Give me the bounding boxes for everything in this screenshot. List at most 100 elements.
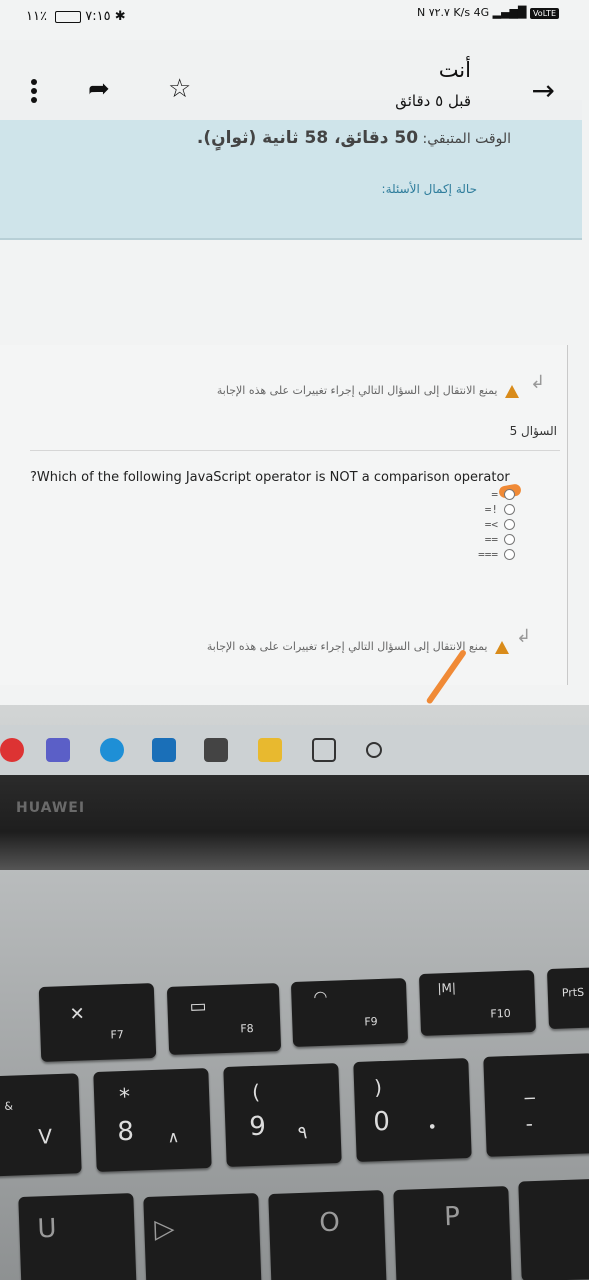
key-0: ) 0 • [353, 1058, 472, 1162]
edge-icon[interactable] [100, 738, 124, 762]
radio-button[interactable] [504, 489, 515, 500]
key-v: & V [0, 1073, 82, 1177]
status-right: N ٧٢.٧ K/s 4G ▂▄▆█ VoLTE [417, 6, 559, 19]
warning-icon [505, 384, 519, 398]
clock: ٧:١٥ [85, 9, 111, 24]
nfc-icon: N [416, 6, 426, 19]
message-time: قبل ٥ دقائق [395, 92, 471, 110]
caret-icon: ∧ [167, 1127, 180, 1147]
warning-text-bottom: يمنع الانتقال إلى السؤال التالي إجراء تغ… [206, 640, 488, 653]
key-f9: ◠ F9 [290, 978, 409, 1047]
timer-value: 50 دقائق، 58 ثانية (ثوانٍ). [196, 128, 419, 148]
phone-status-bar: ٧:١٥ ٪١١ ✱ N ٧٢.٧ K/s 4G ▂▄▆█ VoLTE [0, 0, 589, 40]
option-label: =! [484, 503, 498, 516]
battery-level: ٪١١ [26, 9, 47, 24]
timer-text: الوقت المتبقي: 50 دقائق، 58 ثانية (ثوانٍ… [197, 128, 511, 148]
question-text: ?Which of the following JavaScript opera… [30, 470, 510, 485]
radio-button[interactable] [504, 534, 515, 545]
display-icon: |M| [437, 980, 457, 996]
warning-text-top: يمنع الانتقال إلى السؤال التالي إجراء تغ… [216, 384, 498, 397]
key-label: F7 [110, 1028, 124, 1042]
option-label: =< [484, 518, 498, 531]
arabic-nine-glyph: ٩ [297, 1122, 308, 1144]
return-arrow-icon: ↲ [530, 372, 546, 393]
key-label: F8 [240, 1021, 254, 1036]
return-arrow-icon: ↲ [516, 626, 532, 647]
key-f8: ▭ F8 [166, 983, 282, 1055]
mic-off-icon: ✕ [69, 1003, 86, 1025]
share-icon[interactable]: ➦ [88, 76, 110, 102]
timer-label: الوقت المتبقي: [422, 131, 511, 147]
underscore-glyph: _ [523, 1075, 535, 1100]
mail-icon[interactable] [152, 738, 176, 762]
key-label: & [4, 1099, 14, 1113]
key-label: 9 [248, 1111, 267, 1143]
photo: الوقت المتبقي: 50 دقائق، 58 ثانية (ثوانٍ… [0, 0, 589, 1280]
key-label: U [36, 1213, 57, 1245]
warning-icon [495, 640, 509, 654]
app-icon[interactable] [0, 738, 24, 762]
arabic-zero-glyph: • [427, 1117, 438, 1137]
option-label: === [478, 548, 498, 561]
radio-button[interactable] [504, 519, 515, 530]
answer-option[interactable]: === [435, 547, 515, 562]
option-label: = [491, 488, 498, 501]
key-label: V [37, 1124, 53, 1149]
key-u: U [18, 1193, 137, 1280]
key-bracket [518, 1178, 589, 1280]
play-icon: ▷ [153, 1213, 175, 1245]
key-o: O [268, 1190, 387, 1280]
timer-panel [0, 100, 582, 240]
back-arrow-icon[interactable]: → [532, 74, 555, 107]
battery-icon [55, 10, 82, 23]
star-icon[interactable]: ☆ [168, 76, 191, 102]
task-view-icon[interactable] [312, 738, 336, 762]
store-icon[interactable] [204, 738, 228, 762]
key-label: 0 [372, 1106, 391, 1138]
key-8: * 8 ∧ [93, 1068, 212, 1172]
key-label: PrtS [561, 985, 585, 1000]
network-speed: ٧٢.٧ [428, 6, 450, 19]
letter-o-glyph: O [318, 1207, 341, 1239]
teams-icon[interactable] [46, 738, 70, 762]
status-left: ٧:١٥ ٪١١ ✱ [26, 9, 126, 24]
answer-option[interactable]: = [435, 487, 515, 502]
warning-top: يمنع الانتقال إلى السؤال التالي إجراء تغ… [217, 384, 519, 398]
key-label: ( [251, 1079, 261, 1105]
key-i: ▷ [143, 1193, 262, 1280]
answer-options: = =! =< == === [435, 487, 515, 562]
divider [30, 450, 560, 451]
radio-button[interactable] [504, 549, 515, 560]
network-type: 4G [473, 6, 490, 19]
bluetooth-icon: ✱ [114, 9, 126, 24]
minus-glyph: - [525, 1111, 534, 1136]
radio-button[interactable] [504, 504, 515, 515]
answer-option[interactable]: =< [435, 517, 515, 532]
key-minus: _ - [483, 1053, 589, 1157]
key-label: ) [373, 1075, 383, 1100]
wifi-icon: ◠ [313, 986, 328, 1007]
key-p: P [393, 1186, 512, 1280]
key-prtsc: PrtS [546, 966, 589, 1030]
explorer-icon[interactable] [258, 738, 282, 762]
answer-option[interactable]: =! [435, 502, 515, 517]
option-label: == [484, 533, 498, 546]
signal-icon: ▂▄▆█ [492, 6, 527, 19]
key-f10: |M| F10 [418, 970, 537, 1036]
answer-option[interactable]: == [435, 532, 515, 547]
search-icon[interactable] [366, 742, 382, 758]
question-status-link[interactable]: حالة إكمال الأسئلة: [382, 182, 477, 196]
key-label: * [118, 1084, 131, 1111]
key-label: P [443, 1201, 461, 1233]
question-number: السؤال 5 [509, 424, 557, 438]
key-label: 8 [116, 1116, 135, 1148]
taskbar [0, 725, 589, 775]
sender-name: أنت [438, 58, 471, 82]
network-unit: K/s [453, 6, 471, 19]
key-f7: ✕ F7 [38, 983, 157, 1062]
brand-logo: HUAWEI [16, 800, 86, 816]
key-9: ( 9 ٩ [223, 1063, 342, 1167]
more-options-icon[interactable] [26, 76, 42, 106]
key-label: F10 [490, 1006, 511, 1021]
volte-badge: VoLTE [529, 7, 559, 19]
